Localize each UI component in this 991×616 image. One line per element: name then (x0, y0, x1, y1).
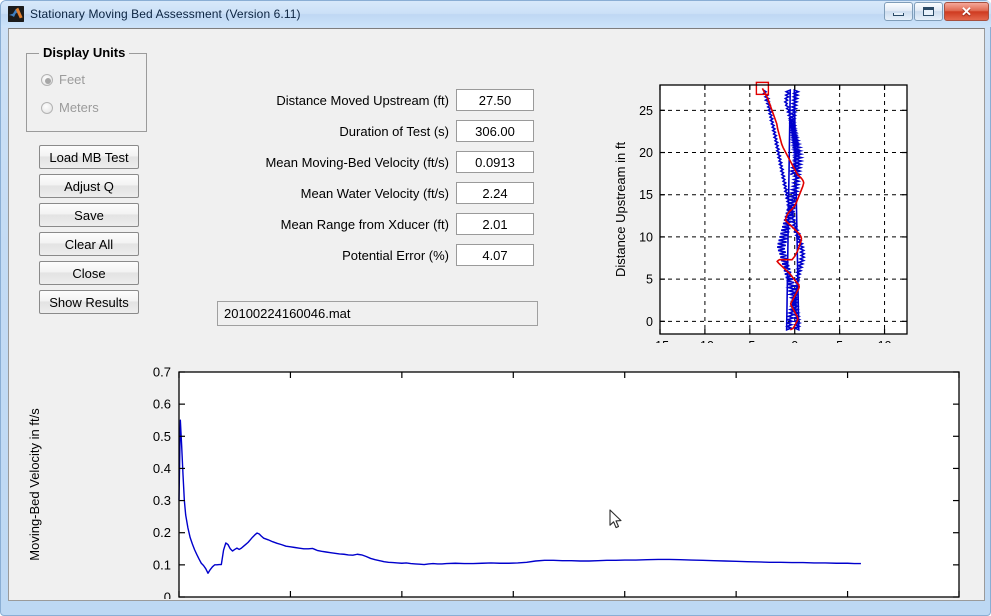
matlab-icon (8, 6, 24, 22)
svg-text:Distance Upstream in ft: Distance Upstream in ft (613, 142, 628, 277)
loaded-file-name[interactable]: 20100224160046.mat (217, 301, 538, 326)
radio-feet[interactable]: Feet (41, 72, 85, 87)
label-potential-error: Potential Error (%) (342, 248, 449, 263)
moving-bed-velocity-plot-canvas: 05010015020025030035000.10.20.30.40.50.6… (27, 365, 970, 616)
label-distance-moved-upstream: Distance Moved Upstream (ft) (276, 93, 449, 108)
minimize-icon (893, 13, 904, 16)
label-mean-moving-bed-velocity: Mean Moving-Bed Velocity (ft/s) (265, 155, 449, 170)
value-mean-water-velocity[interactable]: 2.24 (456, 182, 534, 204)
svg-text:15: 15 (639, 188, 653, 202)
window-controls: ✕ (884, 2, 989, 21)
radio-feet-icon (41, 73, 53, 86)
display-units-group: Display Units Feet Meters (26, 45, 147, 132)
svg-text:0.6: 0.6 (153, 397, 171, 412)
label-duration-of-test: Duration of Test (s) (339, 124, 449, 139)
svg-text:25: 25 (639, 104, 653, 118)
svg-text:0: 0 (164, 590, 171, 600)
maximize-button[interactable] (914, 2, 943, 21)
value-duration-of-test[interactable]: 306.00 (456, 120, 534, 142)
show-results-button[interactable]: Show Results (39, 290, 139, 314)
display-units-title: Display Units (39, 45, 130, 60)
svg-text:0: 0 (646, 315, 653, 329)
radio-meters[interactable]: Meters (41, 100, 99, 115)
close-button[interactable]: Close (39, 261, 139, 285)
close-window-button[interactable]: ✕ (944, 2, 989, 21)
window-title: Stationary Moving Bed Assessment (Versio… (30, 7, 301, 21)
svg-text:0.4: 0.4 (153, 461, 171, 476)
svg-text:0.2: 0.2 (153, 525, 171, 540)
boat-track-plot: -15-10-505100510152025Distance Cross Str… (609, 41, 981, 371)
label-mean-range-from-xducer: Mean Range from Xducer (ft) (280, 217, 449, 232)
svg-text:0.5: 0.5 (153, 429, 171, 444)
clear-all-button[interactable]: Clear All (39, 232, 139, 256)
svg-text:0.3: 0.3 (153, 493, 171, 508)
svg-text:10: 10 (639, 230, 653, 244)
client-area: Display Units Feet Meters Load MB Test A… (8, 28, 985, 616)
close-icon: ✕ (961, 4, 972, 19)
value-mean-moving-bed-velocity[interactable]: 0.0913 (456, 151, 534, 173)
maximize-icon (923, 7, 934, 16)
moving-bed-velocity-plot: 05010015020025030035000.10.20.30.40.50.6… (17, 341, 979, 616)
value-mean-range-from-xducer[interactable]: 2.01 (456, 213, 534, 235)
svg-text:Moving-Bed Velocity in ft/s: Moving-Bed Velocity in ft/s (27, 408, 42, 561)
svg-text:0.1: 0.1 (153, 557, 171, 572)
value-distance-moved-upstream[interactable]: 27.50 (456, 89, 534, 111)
application-window: Stationary Moving Bed Assessment (Versio… (0, 0, 991, 616)
radio-feet-label: Feet (59, 72, 86, 87)
boat-track-plot-canvas: -15-10-505100510152025Distance Cross Str… (613, 81, 908, 371)
minimize-button[interactable] (884, 2, 913, 21)
svg-text:5: 5 (646, 273, 653, 287)
svg-text:20: 20 (639, 146, 653, 160)
title-bar[interactable]: Stationary Moving Bed Assessment (Versio… (1, 1, 991, 27)
svg-text:0.7: 0.7 (153, 365, 171, 380)
radio-meters-icon (41, 101, 53, 114)
radio-meters-label: Meters (59, 100, 99, 115)
value-potential-error[interactable]: 4.07 (456, 244, 534, 266)
label-mean-water-velocity: Mean Water Velocity (ft/s) (300, 186, 449, 201)
